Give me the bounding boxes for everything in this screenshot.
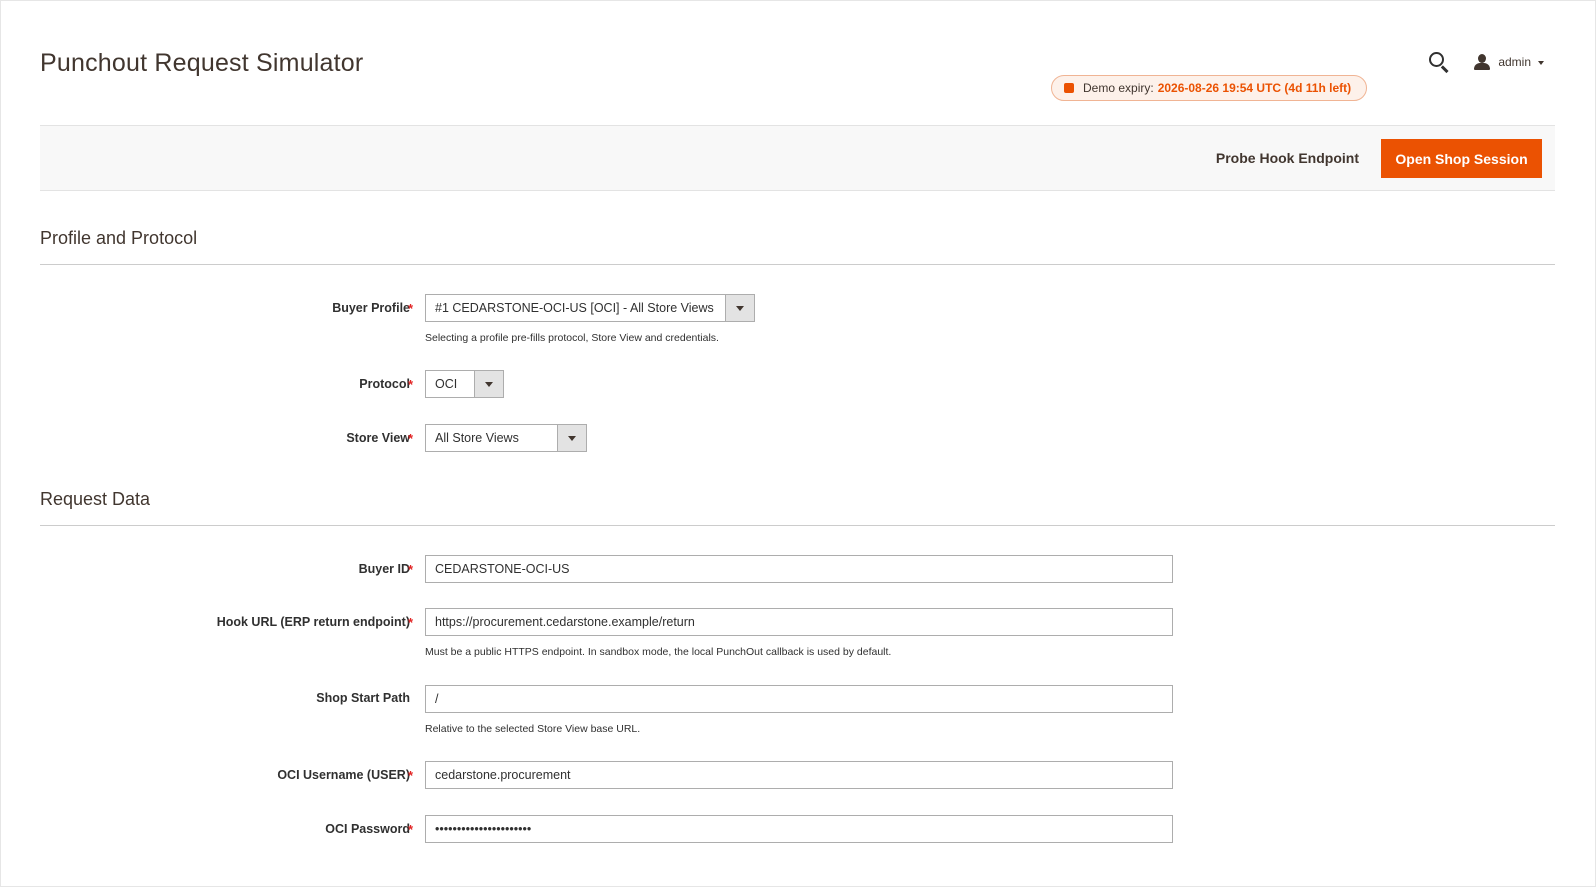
required-marker: * [408,615,414,630]
header-actions: admin [1427,50,1544,74]
required-marker: * [408,562,414,577]
store-view-selected-value: All Store Views [435,431,519,445]
section-divider [40,264,1555,265]
open-shop-session-button[interactable]: Open Shop Session [1381,139,1542,178]
user-icon [1473,53,1491,71]
buyer-id-label: Buyer ID [358,562,410,576]
hook-url-hint: Must be a public HTTPS endpoint. In sand… [425,646,892,658]
buyer-profile-label: Buyer Profile [332,301,410,315]
chevron-down-icon [1538,61,1544,65]
protocol-selected-value: OCI [435,377,458,391]
required-marker: * [408,301,414,316]
buyer-profile-hint: Selecting a profile pre-fills protocol, … [425,332,719,344]
required-marker: * [408,431,414,446]
shop-start-path-label: Shop Start Path [316,691,410,705]
oci-username-label: OCI Username (USER) [277,768,410,782]
store-view-select[interactable]: All Store Views [425,424,587,452]
chevron-down-icon [725,295,754,321]
page-actions-toolbar: Probe Hook Endpoint Open Shop Session [40,125,1555,191]
required-marker: * [408,377,414,392]
shop-start-path-hint: Relative to the selected Store View base… [425,723,641,735]
admin-account-menu[interactable]: admin [1473,53,1544,71]
shop-start-path-input[interactable] [425,685,1173,713]
probe-hook-endpoint-button[interactable]: Probe Hook Endpoint [1216,146,1359,170]
oci-username-input[interactable] [425,761,1173,789]
admin-username: admin [1498,55,1531,69]
required-marker: * [408,822,414,837]
page-title: Punchout Request Simulator [40,49,364,77]
section-divider [40,525,1555,526]
protocol-label: Protocol [359,377,410,391]
demo-expiry-value: 2026-08-26 19:54 UTC (4d 11h left) [1157,81,1352,95]
oci-password-input[interactable] [425,815,1173,843]
buyer-profile-selected-value: #1 CEDARSTONE-OCI-US [OCI] - All Store V… [435,301,714,315]
required-marker: * [408,768,414,783]
hook-url-label: Hook URL (ERP return endpoint) [216,615,410,629]
warning-square-icon [1064,83,1074,93]
section-title-request: Request Data [40,489,151,509]
buyer-id-input[interactable] [425,555,1173,583]
store-view-label: Store View [346,431,410,445]
chevron-down-icon [557,425,586,451]
search-icon[interactable] [1427,50,1451,74]
demo-expiry-label: Demo expiry: [1083,81,1154,95]
section-title-profile: Profile and Protocol [40,228,198,248]
buyer-profile-select[interactable]: #1 CEDARSTONE-OCI-US [OCI] - All Store V… [425,294,755,322]
demo-expiry-badge: Demo expiry: 2026-08-26 19:54 UTC (4d 11… [1051,75,1367,101]
chevron-down-icon [474,371,503,397]
hook-url-input[interactable] [425,608,1173,636]
oci-password-label: OCI Password [325,822,410,836]
protocol-select[interactable]: OCI [425,370,504,398]
